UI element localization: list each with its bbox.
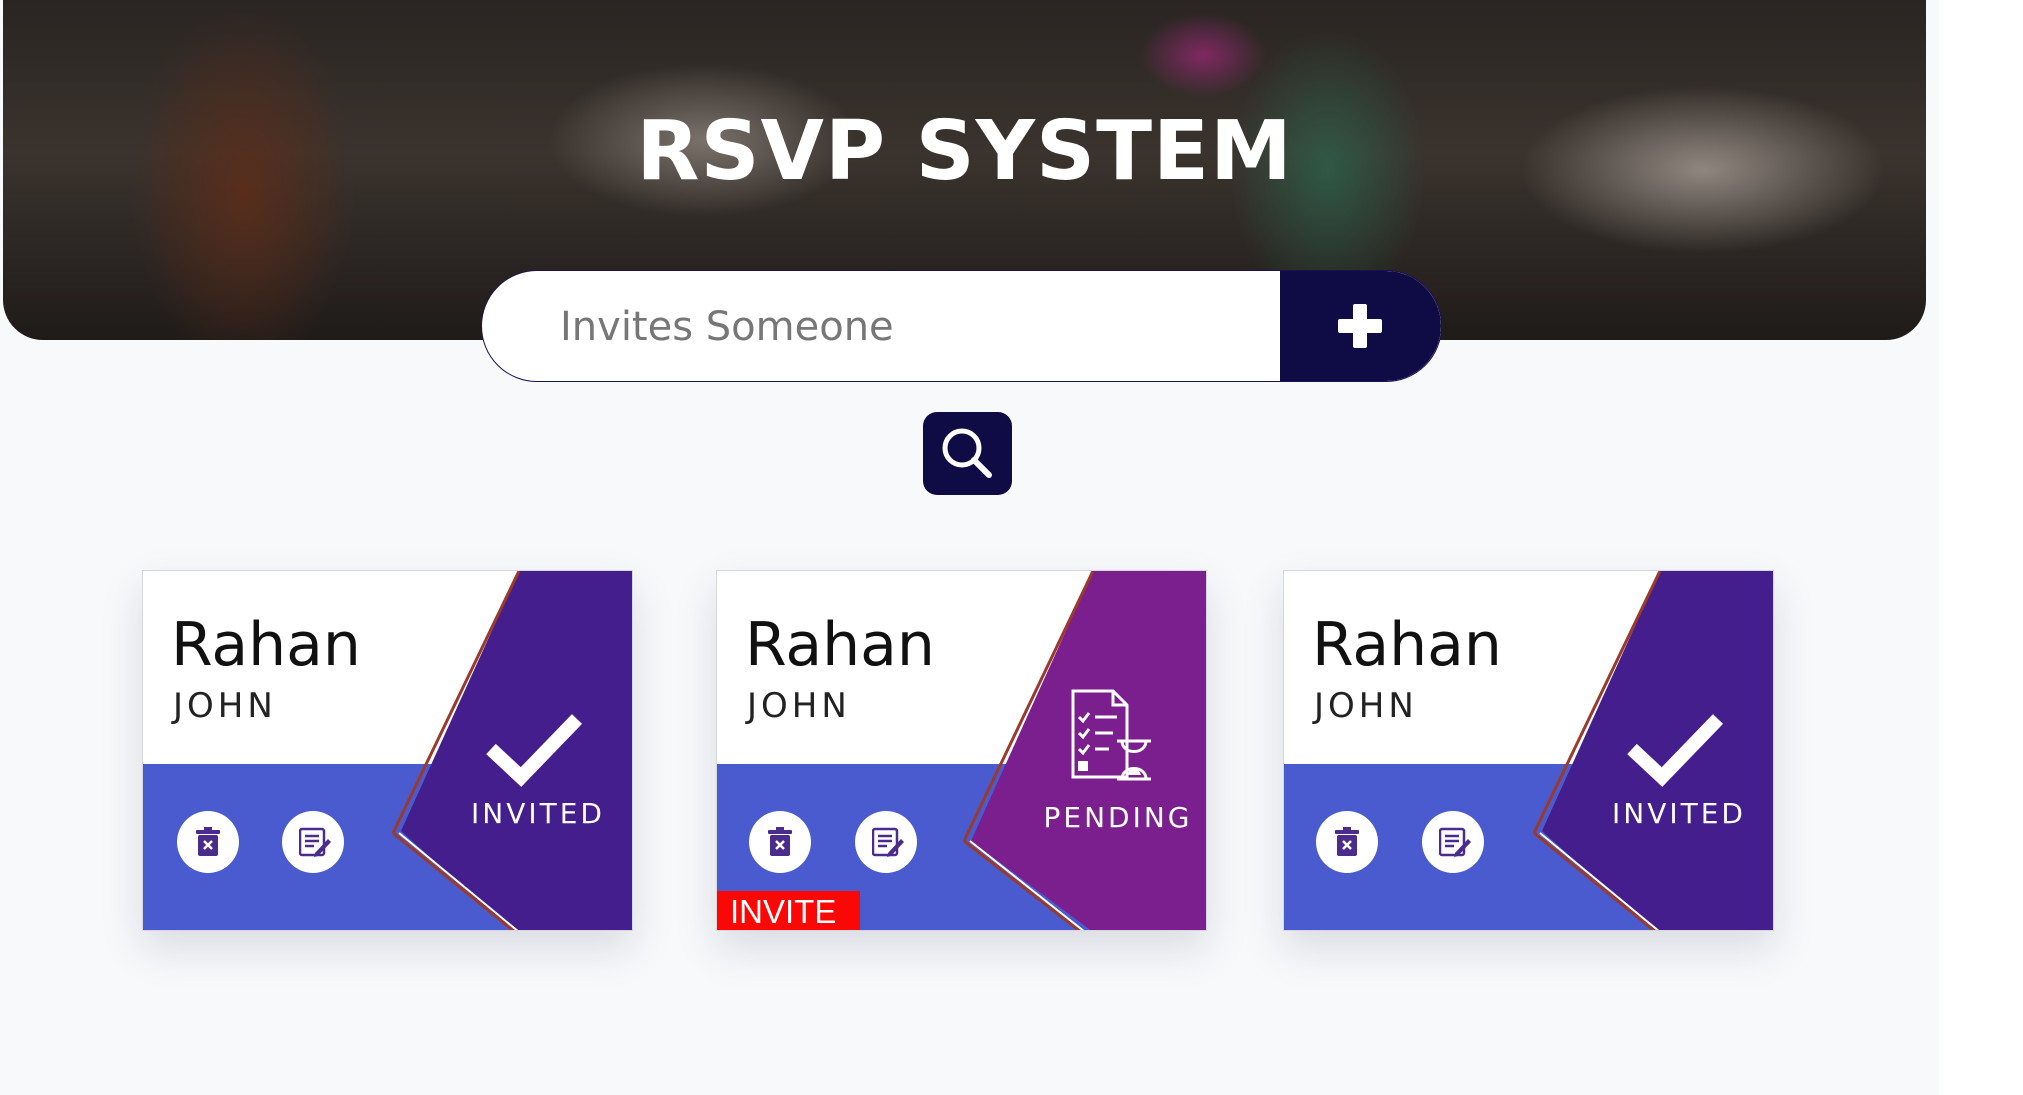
trash-icon: [196, 827, 220, 856]
edit-note-icon: [299, 827, 331, 857]
invite-bar: [481, 270, 1442, 382]
trash-icon: [1335, 827, 1359, 856]
edit-button[interactable]: [1422, 811, 1484, 873]
guest-last-name: JOHN: [747, 686, 851, 726]
invitee-card: Rahan JOHN PENDING INVITE: [716, 570, 1207, 931]
invitee-card: Rahan JOHN INVITED: [142, 570, 633, 931]
status-label: INVITED: [471, 797, 605, 830]
trash-icon: [768, 827, 792, 856]
guest-last-name: JOHN: [1314, 686, 1418, 726]
status-label: INVITED: [1612, 797, 1746, 830]
guest-first-name: Rahan: [745, 610, 935, 680]
invitee-card: Rahan JOHN INVITED: [1283, 570, 1774, 931]
edit-button[interactable]: [282, 811, 344, 873]
delete-button[interactable]: [749, 811, 811, 873]
invite-badge[interactable]: INVITE: [717, 891, 860, 930]
checklist-hourglass-icon: [1071, 689, 1151, 781]
search-icon: [942, 428, 992, 478]
invite-input[interactable]: [558, 271, 1202, 381]
guest-first-name: Rahan: [171, 610, 361, 680]
delete-button[interactable]: [177, 811, 239, 873]
edit-note-icon: [1439, 827, 1471, 857]
guest-first-name: Rahan: [1312, 610, 1502, 680]
add-invite-button[interactable]: [1280, 271, 1441, 381]
checkmark-icon: [486, 714, 583, 787]
edit-note-icon: [872, 827, 904, 857]
page-title: RSVP SYSTEM: [636, 104, 1293, 199]
status-label: PENDING: [1043, 801, 1193, 834]
search-button[interactable]: [923, 412, 1012, 495]
checkmark-icon: [1627, 714, 1724, 787]
delete-button[interactable]: [1316, 811, 1378, 873]
guest-last-name: JOHN: [173, 686, 277, 726]
edit-button[interactable]: [855, 811, 917, 873]
